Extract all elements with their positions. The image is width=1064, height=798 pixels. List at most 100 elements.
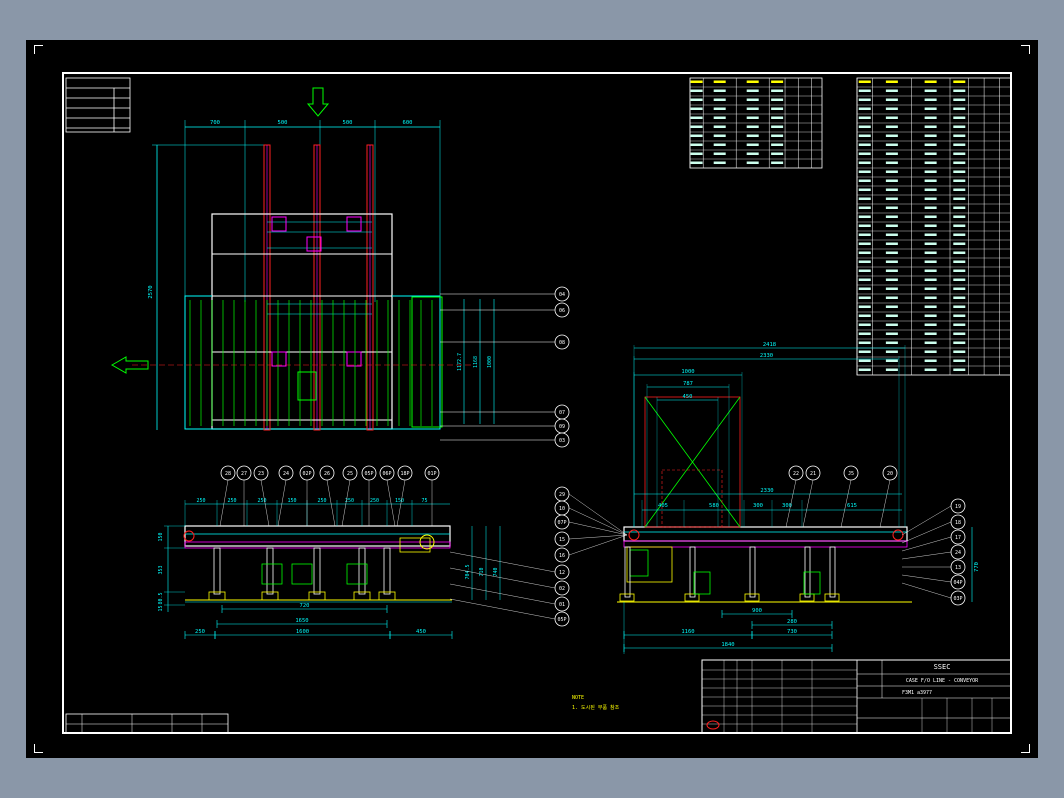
front-dim: 75 bbox=[421, 498, 427, 504]
leg bbox=[358, 547, 366, 595]
parts-list-b-cell-text bbox=[885, 143, 898, 146]
note-title: NOTE bbox=[572, 695, 584, 701]
parts-list-b-cell-text bbox=[924, 116, 937, 119]
parts-list-b-cell-text bbox=[885, 242, 898, 245]
parts-list-b-cell-text bbox=[858, 278, 871, 281]
side-mid-dim: 615 bbox=[847, 503, 857, 509]
parts-list-b-cell-text bbox=[953, 80, 966, 83]
leg-foot bbox=[308, 591, 326, 601]
leader-line bbox=[277, 479, 287, 527]
front-dim: 250 bbox=[317, 498, 326, 504]
leader-line bbox=[568, 534, 628, 540]
lift-unit bbox=[291, 563, 313, 585]
front-right-dim: 740 bbox=[493, 567, 499, 576]
lift-unit bbox=[261, 563, 283, 585]
front-balloon: 02P bbox=[302, 471, 311, 477]
leader-line bbox=[879, 479, 891, 528]
side-right-balloon: 24 bbox=[955, 550, 961, 556]
drawing-viewport[interactable]: ARRANGEMENT OF CONVEYOR LINE — SEE PARTS… bbox=[26, 40, 1038, 758]
side-end-roller bbox=[628, 529, 640, 541]
parts-list-b-cell-text bbox=[885, 260, 898, 263]
parts-list-b-cell-text bbox=[858, 341, 871, 344]
parts-list-b-cell-text bbox=[885, 89, 898, 92]
parts-list-a-cell-text bbox=[713, 98, 726, 101]
parts-list-b-cell-text bbox=[953, 350, 966, 353]
guide-block bbox=[346, 351, 362, 367]
side-top-dim: 2418 bbox=[763, 342, 776, 348]
top-view-side-dim: 1172.7 bbox=[457, 353, 463, 371]
parts-list-b-cell-text bbox=[885, 359, 898, 362]
parts-list-b-cell-text bbox=[953, 341, 966, 344]
side-left-balloon: 10 bbox=[559, 506, 565, 512]
side-mid-dim: 300 bbox=[753, 503, 763, 509]
side-top-dim: 2330 bbox=[760, 353, 773, 359]
parts-list-b-cell-text bbox=[924, 197, 937, 200]
side-top-balloon: 20 bbox=[887, 471, 893, 477]
parts-list-a-cell-text bbox=[771, 116, 784, 119]
leader-line bbox=[901, 574, 952, 583]
parts-list-a-cell-text bbox=[771, 89, 784, 92]
parts-list-a-cell-text bbox=[690, 80, 703, 83]
side-mid-dim: 580 bbox=[709, 503, 719, 509]
parts-list-b-cell-text bbox=[885, 233, 898, 236]
projection-symbol bbox=[706, 720, 720, 730]
front-balloon: 24 bbox=[283, 471, 289, 477]
parts-list-a-cell-text bbox=[713, 143, 726, 146]
parts-list-b-cell-text bbox=[924, 341, 937, 344]
parts-list-b-cell-text bbox=[953, 179, 966, 182]
parts-list-b-cell-text bbox=[885, 287, 898, 290]
front-balloon: 18P bbox=[400, 471, 409, 477]
parts-list-b-cell-text bbox=[953, 368, 966, 371]
parts-list-b-cell-text bbox=[858, 179, 871, 182]
top-view-dim: 600 bbox=[403, 120, 413, 126]
parts-list-b-cell-text bbox=[924, 98, 937, 101]
parts-list-b-cell-text bbox=[858, 107, 871, 110]
parts-list-b-cell-text bbox=[885, 125, 898, 128]
parts-list-a-cell-text bbox=[713, 134, 726, 137]
side-motor bbox=[626, 546, 673, 583]
parts-list-b-cell-text bbox=[953, 98, 966, 101]
guide-block bbox=[346, 216, 362, 232]
parts-list-b-cell-text bbox=[953, 161, 966, 164]
front-right-balloon: 02 bbox=[559, 586, 565, 592]
side-end-roller bbox=[892, 529, 904, 541]
parts-list-b-cell-text bbox=[858, 98, 871, 101]
leader-line bbox=[901, 505, 952, 536]
title-company: SSEC bbox=[934, 663, 951, 671]
parts-list-a-cell-text bbox=[771, 98, 784, 101]
leader-line bbox=[901, 582, 952, 599]
parts-list-b-cell-text bbox=[924, 170, 937, 173]
parts-list-a-cell-text bbox=[746, 143, 759, 146]
parts-list-b-cell-text bbox=[885, 179, 898, 182]
front-dim: 250 bbox=[370, 498, 379, 504]
side-belt bbox=[623, 540, 908, 548]
side-bottom-dim: 730 bbox=[787, 629, 797, 635]
parts-list-b-cell-text bbox=[924, 242, 937, 245]
parts-list-a-cell-text bbox=[746, 80, 759, 83]
side-leg bbox=[749, 546, 756, 598]
parts-list-b-cell-text bbox=[885, 332, 898, 335]
front-right-balloon: 05P bbox=[557, 617, 566, 623]
parts-list-a-cell-text bbox=[690, 125, 703, 128]
leader-line bbox=[568, 521, 628, 536]
side-right-balloon: 19 bbox=[955, 504, 961, 510]
parts-list-b-cell-text bbox=[858, 134, 871, 137]
parts-list-b-cell-text bbox=[885, 80, 898, 83]
parts-list-b-cell-text bbox=[953, 314, 966, 317]
front-balloon: 23 bbox=[258, 471, 264, 477]
parts-list-a-cell-text bbox=[690, 152, 703, 155]
parts-list-b-cell-text bbox=[953, 287, 966, 290]
parts-list-b-cell-text bbox=[953, 215, 966, 218]
parts-list-b-cell-text bbox=[953, 143, 966, 146]
parts-list-b-cell-text bbox=[924, 368, 937, 371]
top-view-balloon: 03 bbox=[559, 438, 565, 444]
side-leg-foot bbox=[619, 593, 635, 602]
parts-list-b-cell-text bbox=[858, 350, 871, 353]
parts-list-b-cell-text bbox=[858, 287, 871, 290]
front-balloon: 06P bbox=[382, 471, 391, 477]
side-lift bbox=[803, 571, 821, 595]
parts-list-b-cell-text bbox=[885, 368, 898, 371]
parts-list-b-cell-text bbox=[858, 161, 871, 164]
top-view-side-dim: 1168 bbox=[473, 356, 479, 368]
motor bbox=[297, 371, 317, 401]
